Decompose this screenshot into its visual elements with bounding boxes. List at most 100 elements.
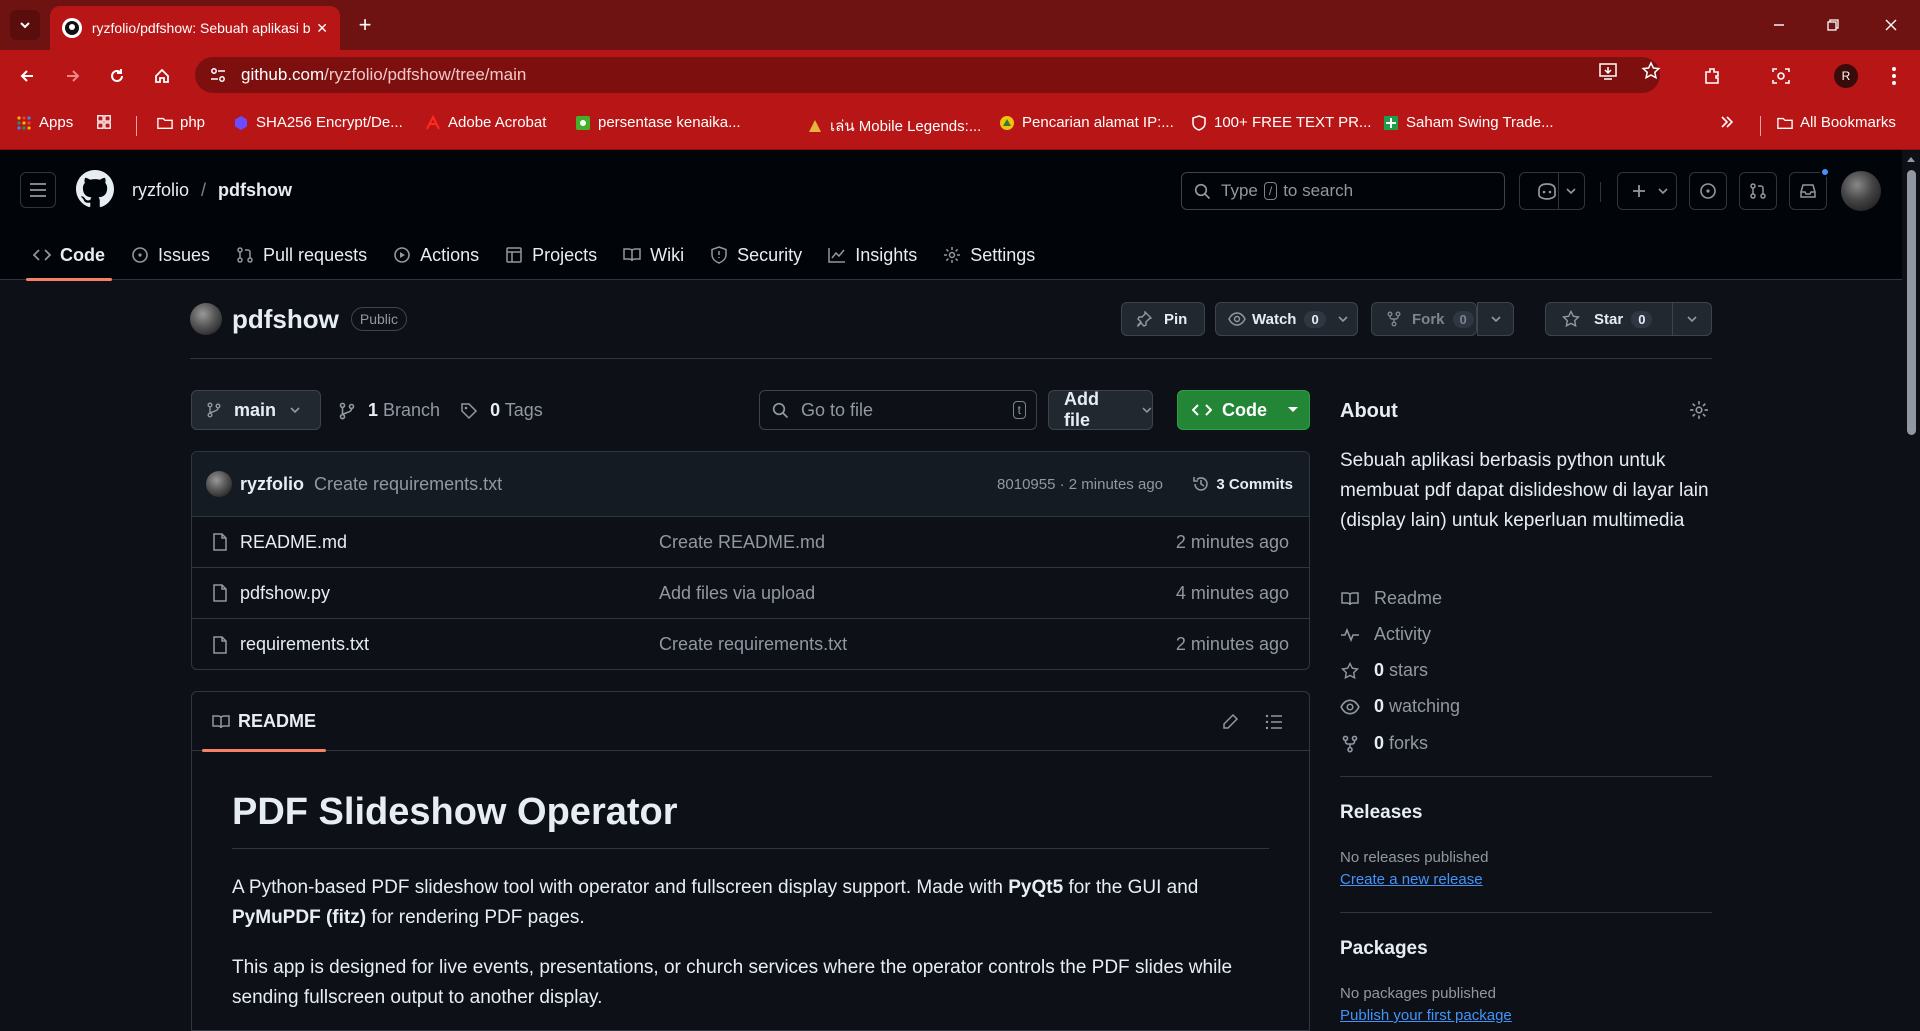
home-button[interactable]	[148, 62, 176, 90]
readme-link[interactable]: Readme	[1340, 588, 1442, 609]
github-logo-icon[interactable]	[76, 170, 114, 208]
browser-tab-active[interactable]: ryzfolio/pdfshow: Sebuah aplikasi berbas…	[50, 6, 340, 50]
tab-settings[interactable]: Settings	[930, 230, 1048, 280]
user-avatar[interactable]	[1841, 171, 1881, 211]
copilot-button[interactable]	[1519, 172, 1585, 210]
tab-close-icon[interactable]: ✕	[316, 20, 328, 37]
bookmark-php[interactable]: php	[157, 114, 205, 131]
activity-link[interactable]: Activity	[1340, 624, 1431, 645]
tab-search-button[interactable]	[10, 10, 40, 40]
edit-readme-button[interactable]	[1216, 708, 1244, 736]
address-bar[interactable]: github.com/ryzfolio/pdfshow/tree/main	[195, 57, 1660, 93]
gear-icon[interactable]	[1689, 400, 1709, 420]
page-scrollbar[interactable]	[1902, 150, 1920, 1020]
file-commit-message[interactable]: Create README.md	[659, 532, 825, 553]
bookmark-free-text[interactable]: 100+ FREE TEXT PR...	[1191, 114, 1371, 131]
create-new-button[interactable]	[1617, 172, 1677, 210]
file-name[interactable]: README.md	[240, 532, 347, 553]
global-search-input[interactable]: Type / to search	[1181, 172, 1505, 210]
pin-button[interactable]: Pin	[1121, 302, 1205, 336]
branch-selector[interactable]: main	[191, 390, 321, 430]
tab-insights[interactable]: Insights	[815, 230, 930, 280]
readme-text: for the GUI and	[1063, 877, 1199, 898]
code-button[interactable]: Code	[1177, 390, 1310, 430]
bookmark-apps[interactable]: Apps	[16, 114, 73, 131]
bookmark-pencarian-ip[interactable]: Pencarian alamat IP:...	[999, 114, 1174, 131]
star-button[interactable]: Star 0	[1545, 302, 1673, 336]
packages-heading[interactable]: Packages	[1340, 938, 1428, 960]
create-release-link[interactable]: Create a new release	[1340, 871, 1483, 888]
scrollbar-thumb[interactable]	[1907, 170, 1916, 435]
table-row[interactable]: requirements.txt Create requirements.txt…	[192, 619, 1309, 669]
tab-issues[interactable]: Issues	[118, 230, 223, 280]
stars-link[interactable]: 0 stars	[1340, 660, 1428, 681]
minimize-icon[interactable]	[1766, 12, 1792, 38]
tab-wiki[interactable]: Wiki	[610, 230, 697, 280]
reload-button[interactable]	[103, 62, 131, 90]
watching-link[interactable]: 0 watching	[1340, 696, 1460, 717]
bookmark-saham[interactable]: Saham Swing Trade...	[1383, 114, 1554, 131]
readme-tab[interactable]: README	[202, 692, 327, 752]
tab-code[interactable]: Code	[20, 230, 118, 281]
restore-icon[interactable]	[1820, 12, 1846, 38]
profile-button[interactable]: R	[1832, 62, 1860, 90]
breadcrumb-owner[interactable]: ryzfolio	[132, 180, 189, 201]
commit-author-avatar[interactable]	[206, 471, 232, 497]
bookmark-adobe-acrobat[interactable]: Adobe Acrobat	[425, 114, 546, 131]
commit-meta[interactable]: 8010955 · 2 minutes ago	[997, 476, 1163, 493]
star-options-button[interactable]	[1672, 302, 1712, 336]
sidebar-divider	[1340, 912, 1712, 913]
tags-link[interactable]: 0 Tags	[490, 400, 543, 421]
all-bookmarks[interactable]: All Bookmarks	[1777, 114, 1896, 131]
file-name[interactable]: requirements.txt	[240, 634, 369, 655]
bookmark-star-icon[interactable]	[1640, 60, 1662, 82]
forward-button[interactable]	[59, 62, 87, 90]
tab-projects[interactable]: Projects	[492, 230, 610, 280]
file-commit-message[interactable]: Add files via upload	[659, 583, 815, 604]
owner-avatar[interactable]	[190, 303, 222, 335]
inbox-button[interactable]	[1789, 167, 1830, 210]
pull-requests-button[interactable]	[1739, 172, 1777, 210]
repo-name[interactable]: pdfshow	[232, 304, 339, 335]
bookmark-persentase[interactable]: persentase kenaika...	[575, 114, 741, 131]
global-menu-button[interactable]	[20, 172, 56, 208]
tab-security[interactable]: Security	[697, 230, 815, 280]
add-file-button[interactable]: Add file	[1048, 389, 1153, 430]
close-window-icon[interactable]	[1878, 12, 1904, 38]
publish-package-link[interactable]: Publish your first package	[1340, 1007, 1512, 1024]
bookmark-sha256[interactable]: SHA256 Encrypt/De...	[233, 114, 403, 131]
bookmarks-overflow-icon[interactable]	[1719, 114, 1735, 130]
breadcrumb-repo[interactable]: pdfshow	[218, 180, 292, 201]
table-row[interactable]: README.md Create README.md 2 minutes ago	[192, 517, 1309, 568]
commit-author[interactable]: ryzfolio	[240, 474, 304, 495]
go-to-file-input[interactable]: Go to file t	[759, 390, 1037, 430]
new-tab-button[interactable]: +	[352, 12, 378, 38]
extensions-icon[interactable]	[1699, 62, 1727, 90]
readme-outline-button[interactable]	[1260, 708, 1288, 736]
branches-link[interactable]: 1 Branch	[368, 400, 440, 421]
issues-button[interactable]	[1689, 172, 1727, 210]
releases-heading[interactable]: Releases	[1340, 802, 1422, 824]
table-row[interactable]: pdfshow.py Add files via upload 4 minute…	[192, 568, 1309, 619]
install-app-icon[interactable]	[1597, 60, 1619, 82]
commit-message[interactable]: Create requirements.txt	[314, 474, 502, 495]
tab-actions[interactable]: Actions	[380, 230, 492, 280]
bookmark-mobile-legends[interactable]: เล่น Mobile Legends:...	[807, 114, 981, 138]
screenshot-icon[interactable]	[1767, 62, 1795, 90]
forks-link[interactable]: 0 forks	[1340, 733, 1428, 754]
browser-menu-icon[interactable]	[1880, 62, 1908, 90]
watch-button[interactable]: Watch 0	[1215, 302, 1358, 336]
branch-name: main	[234, 399, 277, 420]
go-to-file-shortcut: t	[1012, 401, 1026, 419]
site-info-icon[interactable]	[209, 66, 227, 84]
fork-button[interactable]: Fork 0	[1371, 302, 1477, 336]
fork-options-button[interactable]	[1477, 302, 1514, 336]
file-commit-message[interactable]: Create requirements.txt	[659, 634, 847, 655]
tab-pull-requests[interactable]: Pull requests	[223, 230, 380, 280]
back-button[interactable]	[13, 62, 41, 90]
folder-icon	[1777, 115, 1793, 131]
title-divider	[190, 358, 1712, 359]
bookmark-tab-groups[interactable]	[96, 114, 119, 130]
commits-link[interactable]: 3 Commits	[1192, 475, 1293, 493]
file-name[interactable]: pdfshow.py	[240, 583, 330, 604]
